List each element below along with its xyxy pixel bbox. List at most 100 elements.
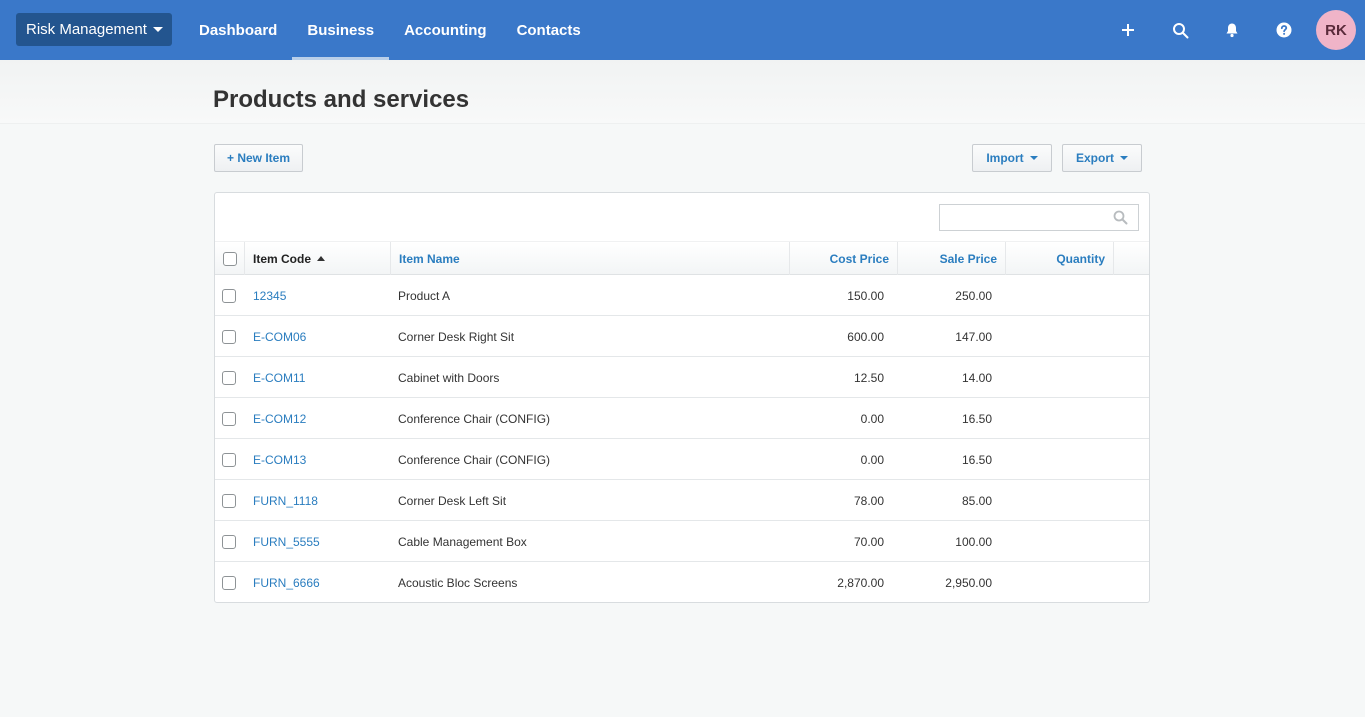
sale-price-cell: 2,950.00 (945, 575, 992, 590)
item-name-cell: Corner Desk Left Sit (398, 493, 507, 508)
cost-price-cell: 0.00 (860, 411, 884, 426)
column-item-name[interactable]: Item Name (391, 242, 790, 275)
cost-price-cell: 2,870.00 (837, 575, 884, 590)
item-code-link[interactable]: 12345 (253, 275, 393, 316)
cost-price-cell: 70.00 (853, 534, 884, 549)
nav-dashboard[interactable]: Dashboard (184, 0, 292, 60)
item-name-cell: Product A (398, 288, 451, 303)
search-icon (1113, 210, 1128, 228)
quantity-cell (1006, 275, 1106, 316)
caret-down-icon (152, 27, 163, 32)
products-table-panel: Item Code Item Name Cost Price Sale Pric… (214, 192, 1150, 603)
item-code-link[interactable]: FURN_5555 (253, 521, 393, 562)
column-cost-price[interactable]: Cost Price (790, 242, 898, 275)
organization-name: Risk Management (26, 21, 147, 38)
column-item-code-label: Item Code (253, 251, 312, 266)
item-name-cell: Corner Desk Right Sit (398, 329, 515, 344)
table-search-input[interactable] (939, 204, 1139, 231)
help-icon[interactable] (1272, 18, 1296, 42)
row-checkbox[interactable] (222, 453, 236, 467)
item-name-cell: Cabinet with Doors (398, 370, 500, 385)
nav-accounting[interactable]: Accounting (389, 0, 502, 60)
caret-down-icon (1120, 156, 1128, 160)
search-icon[interactable] (1168, 18, 1192, 42)
quantity-cell (1006, 562, 1106, 603)
item-code-link[interactable]: E-COM06 (253, 316, 393, 357)
bell-icon[interactable] (1220, 18, 1244, 42)
quantity-cell (1006, 521, 1106, 562)
table-row: E-COM13 Conference Chair (CONFIG) 0.00 16.5… (215, 439, 1149, 480)
column-item-code[interactable]: Item Code (245, 242, 391, 275)
sale-price-cell: 16.50 (961, 411, 992, 426)
column-quantity-label: Quantity (1056, 251, 1105, 266)
row-checkbox[interactable] (222, 576, 236, 590)
quantity-cell (1006, 316, 1106, 357)
cost-price-cell: 12.50 (853, 370, 884, 385)
new-item-label: + New Item (226, 151, 291, 165)
item-code-link[interactable]: FURN_1118 (253, 480, 393, 521)
quantity-cell (1006, 398, 1106, 439)
nav-business-label: Business (307, 21, 375, 39)
new-item-button[interactable]: + New Item (214, 144, 303, 172)
item-code-link[interactable]: FURN_6666 (253, 562, 393, 603)
nav-dashboard-label: Dashboard (199, 21, 278, 39)
item-name-cell: Cable Management Box (398, 534, 527, 549)
column-sale-price[interactable]: Sale Price (898, 242, 1006, 275)
main-nav: Dashboard Business Accounting Contacts (184, 0, 596, 60)
item-code-link[interactable]: E-COM11 (253, 357, 393, 398)
plus-icon[interactable] (1116, 18, 1140, 42)
select-all-checkbox[interactable] (222, 251, 237, 266)
sale-price-cell: 147.00 (955, 329, 992, 344)
caret-down-icon (1029, 156, 1038, 160)
sort-ascending-icon (317, 256, 326, 261)
table-row: FURN_1118 Corner Desk Left Sit 78.00 85.00 (215, 480, 1149, 521)
sale-price-cell: 16.50 (961, 452, 992, 467)
nav-contacts-label: Contacts (516, 21, 581, 39)
column-item-name-label: Item Name (399, 251, 460, 266)
import-button[interactable]: Import (972, 144, 1052, 172)
page-title: Products and services (213, 86, 470, 113)
title-band (0, 60, 1365, 124)
cost-price-cell: 78.00 (853, 493, 884, 508)
quantity-cell (1006, 439, 1106, 480)
nav-accounting-label: Accounting (404, 21, 487, 39)
row-checkbox[interactable] (222, 412, 236, 426)
nav-business[interactable]: Business (292, 0, 389, 60)
user-avatar[interactable]: RK (1316, 10, 1356, 50)
row-checkbox[interactable] (222, 289, 236, 303)
column-sale-price-label: Sale Price (939, 251, 997, 266)
import-label: Import (986, 151, 1024, 165)
sale-price-cell: 250.00 (955, 288, 992, 303)
cost-price-cell: 600.00 (847, 329, 884, 344)
export-button[interactable]: Export (1062, 144, 1142, 172)
row-checkbox[interactable] (222, 371, 236, 385)
table-row: E-COM06 Corner Desk Right Sit 600.00 147.00 (215, 316, 1149, 357)
table-row: E-COM11 Cabinet with Doors 12.50 14.00 (215, 357, 1149, 398)
top-navigation-bar: Risk Management Dashboard Business Accou… (0, 0, 1365, 60)
item-name-cell: Acoustic Bloc Screens (398, 575, 518, 590)
item-code-link[interactable]: E-COM12 (253, 398, 393, 439)
table-row: E-COM12 Conference Chair (CONFIG) 0.00 16.5… (215, 398, 1149, 439)
table-row: FURN_6666 Acoustic Bloc Screens 2,870.00 2,… (215, 562, 1149, 603)
sale-price-cell: 85.00 (961, 493, 992, 508)
select-all-cell (215, 242, 245, 275)
organization-switcher[interactable]: Risk Management (16, 13, 172, 46)
column-cost-price-label: Cost Price (829, 251, 889, 266)
item-code-link[interactable]: E-COM13 (253, 439, 393, 480)
avatar-initials: RK (1325, 21, 1347, 39)
cost-price-cell: 150.00 (847, 288, 884, 303)
row-checkbox[interactable] (222, 535, 236, 549)
export-label: Export (1075, 151, 1114, 165)
row-checkbox[interactable] (222, 494, 236, 508)
table-row: FURN_5555 Cable Management Box 70.00 100.00 (215, 521, 1149, 562)
quantity-cell (1006, 480, 1106, 521)
table-header: Item Code Item Name Cost Price Sale Pric… (215, 241, 1149, 275)
nav-contacts[interactable]: Contacts (502, 0, 596, 60)
quantity-cell (1006, 357, 1106, 398)
sale-price-cell: 100.00 (955, 534, 992, 549)
row-checkbox[interactable] (222, 330, 236, 344)
table-row: 12345 Product A 150.00 250.00 (215, 275, 1149, 316)
item-name-cell: Conference Chair (CONFIG) (398, 411, 551, 426)
item-name-cell: Conference Chair (CONFIG) (398, 452, 551, 467)
column-quantity[interactable]: Quantity (1006, 242, 1114, 275)
